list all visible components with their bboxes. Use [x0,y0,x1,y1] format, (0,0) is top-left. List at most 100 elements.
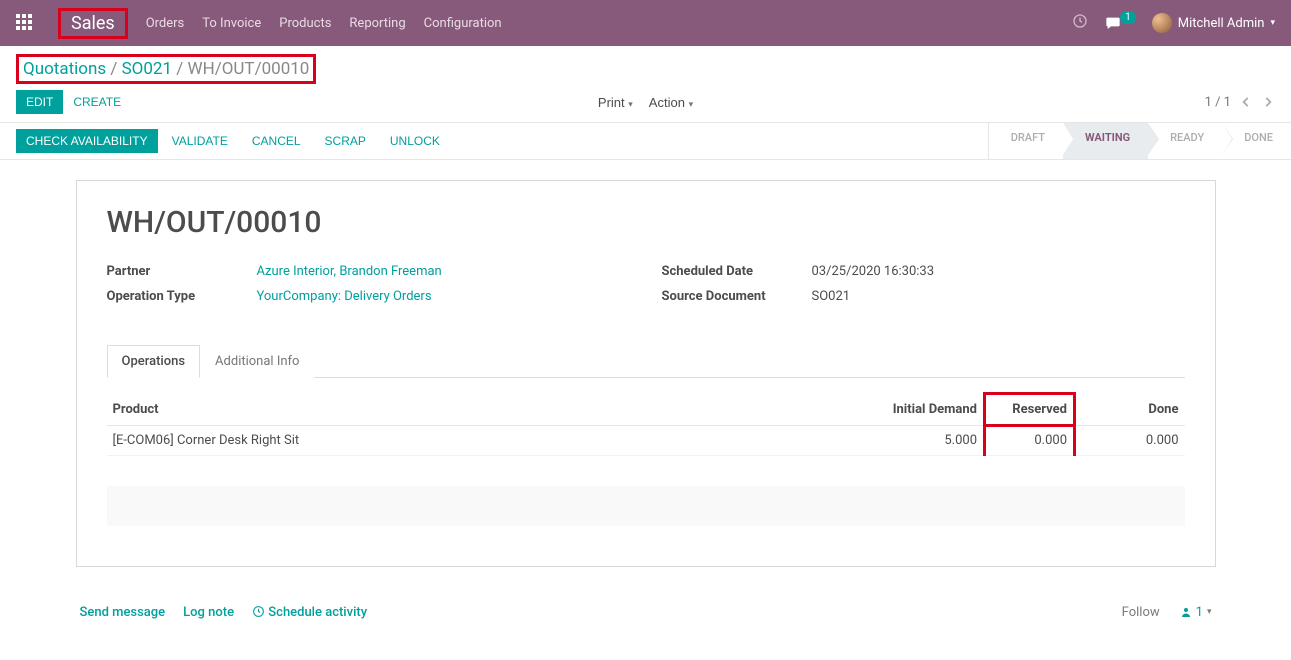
scrap-button[interactable]: SCRAP [315,129,376,153]
status-ready-label: READY [1170,131,1204,144]
page-title: WH/OUT/00010 [107,205,1185,240]
status-waiting[interactable]: WAITING [1063,123,1148,159]
nav-orders[interactable]: Orders [146,16,185,31]
user-icon [1180,606,1192,618]
status-ready[interactable]: READY [1148,123,1222,159]
create-button[interactable]: CREATE [63,90,131,114]
user-menu[interactable]: Mitchell Admin ▾ [1152,13,1275,33]
chat-badge: 1 [1120,11,1136,24]
caret-down-icon: ▾ [689,99,694,109]
breadcrumb-sep: / [176,59,187,79]
source-doc-label: Source Document [662,289,812,304]
cell-reserved: 0.000 [985,425,1075,455]
breadcrumb-so021[interactable]: SO021 [122,59,172,79]
chatter: Send message Log note Schedule activity … [76,597,1216,628]
nav-reporting[interactable]: Reporting [349,16,405,31]
top-navbar: Sales Orders To Invoice Products Reporti… [0,0,1291,46]
fields-row: Partner Azure Interior, Brandon Freeman … [107,264,1185,314]
form-sheet: WH/OUT/00010 Partner Azure Interior, Bra… [76,180,1216,567]
print-label: Print [598,95,625,110]
avatar [1152,13,1172,33]
action-label: Action [649,95,685,110]
caret-down-icon: ▾ [628,99,633,109]
th-reserved: Reserved [985,394,1075,426]
followers[interactable]: 1 ▾ [1180,605,1212,620]
scheduled-date-label: Scheduled Date [662,264,812,279]
pager-prev-icon[interactable] [1239,95,1253,109]
operations-table: Product Initial Demand Reserved Done [E-… [107,392,1185,456]
edit-button[interactable]: EDIT [16,90,63,114]
clock-icon[interactable] [1072,13,1088,33]
table-header-row: Product Initial Demand Reserved Done [107,394,1185,426]
caret-down-icon: ▾ [1207,607,1212,617]
send-message-link[interactable]: Send message [80,605,166,620]
navbar-left: Sales Orders To Invoice Products Reporti… [16,8,502,39]
tab-operations[interactable]: Operations [107,345,201,378]
breadcrumb-quotations[interactable]: Quotations [23,59,106,79]
tabs: Operations Additional Info [107,344,1185,378]
fields-col-right: Scheduled Date 03/25/2020 16:30:33 Sourc… [662,264,1185,314]
chat-icon[interactable]: 1 [1104,15,1136,31]
chatter-actions: Send message Log note Schedule activity [80,605,368,620]
field-partner: Partner Azure Interior, Brandon Freeman [107,264,630,279]
schedule-activity-link[interactable]: Schedule activity [252,605,367,620]
th-initial-demand: Initial Demand [825,394,985,426]
cancel-button[interactable]: CANCEL [242,129,311,153]
breadcrumb-current: WH/OUT/00010 [187,59,309,79]
action-dropdown[interactable]: Action ▾ [643,91,699,114]
field-source-document: Source Document SO021 [662,289,1185,304]
control-panel: Quotations / SO021 / WH/OUT/00010 EDIT C… [0,46,1291,123]
status-bar: DRAFT WAITING READY DONE [988,123,1291,159]
breadcrumb-sep: / [110,59,121,79]
pager: 1 / 1 [1205,95,1275,110]
chatter-right: Follow 1 ▾ [1122,605,1212,620]
cell-initial-demand: 5.000 [825,425,985,455]
fields-col-left: Partner Azure Interior, Brandon Freeman … [107,264,630,314]
status-draft[interactable]: DRAFT [989,123,1063,159]
action-status-bar: CHECK AVAILABILITY VALIDATE CANCEL SCRAP… [0,123,1291,160]
operation-type-label: Operation Type [107,289,257,304]
unlock-button[interactable]: UNLOCK [380,129,450,153]
followers-count: 1 [1196,605,1203,620]
check-availability-button[interactable]: CHECK AVAILABILITY [16,129,158,153]
partner-value[interactable]: Azure Interior, Brandon Freeman [257,264,442,279]
brand-highlight: Sales [58,8,128,39]
print-dropdown[interactable]: Print ▾ [592,91,639,114]
sheet-background: WH/OUT/00010 Partner Azure Interior, Bra… [0,160,1291,567]
th-product: Product [107,394,825,426]
cell-product: [E-COM06] Corner Desk Right Sit [107,425,825,455]
source-doc-value: SO021 [812,289,851,304]
operation-type-value[interactable]: YourCompany: Delivery Orders [257,289,432,304]
app-brand[interactable]: Sales [71,13,115,34]
partner-label: Partner [107,264,257,279]
nav-products[interactable]: Products [279,16,331,31]
status-done-label: DONE [1244,131,1273,144]
nav-to-invoice[interactable]: To Invoice [202,16,261,31]
field-operation-type: Operation Type YourCompany: Delivery Ord… [107,289,630,304]
nav-configuration[interactable]: Configuration [424,16,502,31]
status-waiting-label: WAITING [1085,131,1130,144]
follow-button[interactable]: Follow [1122,605,1160,620]
action-buttons: CHECK AVAILABILITY VALIDATE CANCEL SCRAP… [0,123,466,159]
pager-next-icon[interactable] [1261,95,1275,109]
th-done: Done [1075,394,1185,426]
breadcrumb: Quotations / SO021 / WH/OUT/00010 [23,59,309,79]
apps-icon[interactable] [16,14,34,32]
tab-additional-info[interactable]: Additional Info [200,345,314,378]
scheduled-date-value: 03/25/2020 16:30:33 [812,264,935,279]
table-row[interactable]: [E-COM06] Corner Desk Right Sit 5.000 0.… [107,425,1185,455]
pager-text: 1 / 1 [1205,95,1231,110]
schedule-activity-label: Schedule activity [268,605,367,620]
status-draft-label: DRAFT [1011,131,1045,144]
status-done[interactable]: DONE [1222,123,1291,159]
control-panel-center: Print ▾ Action ▾ [592,91,699,114]
log-note-link[interactable]: Log note [183,605,234,620]
control-panel-row: EDIT CREATE Print ▾ Action ▾ 1 / 1 [16,90,1275,122]
navbar-right: 1 Mitchell Admin ▾ [1072,13,1275,33]
breadcrumb-highlight: Quotations / SO021 / WH/OUT/00010 [16,54,316,84]
table-footer-strip [107,486,1185,526]
user-name: Mitchell Admin [1178,16,1265,31]
field-scheduled-date: Scheduled Date 03/25/2020 16:30:33 [662,264,1185,279]
cell-done: 0.000 [1075,425,1185,455]
validate-button[interactable]: VALIDATE [162,129,238,153]
